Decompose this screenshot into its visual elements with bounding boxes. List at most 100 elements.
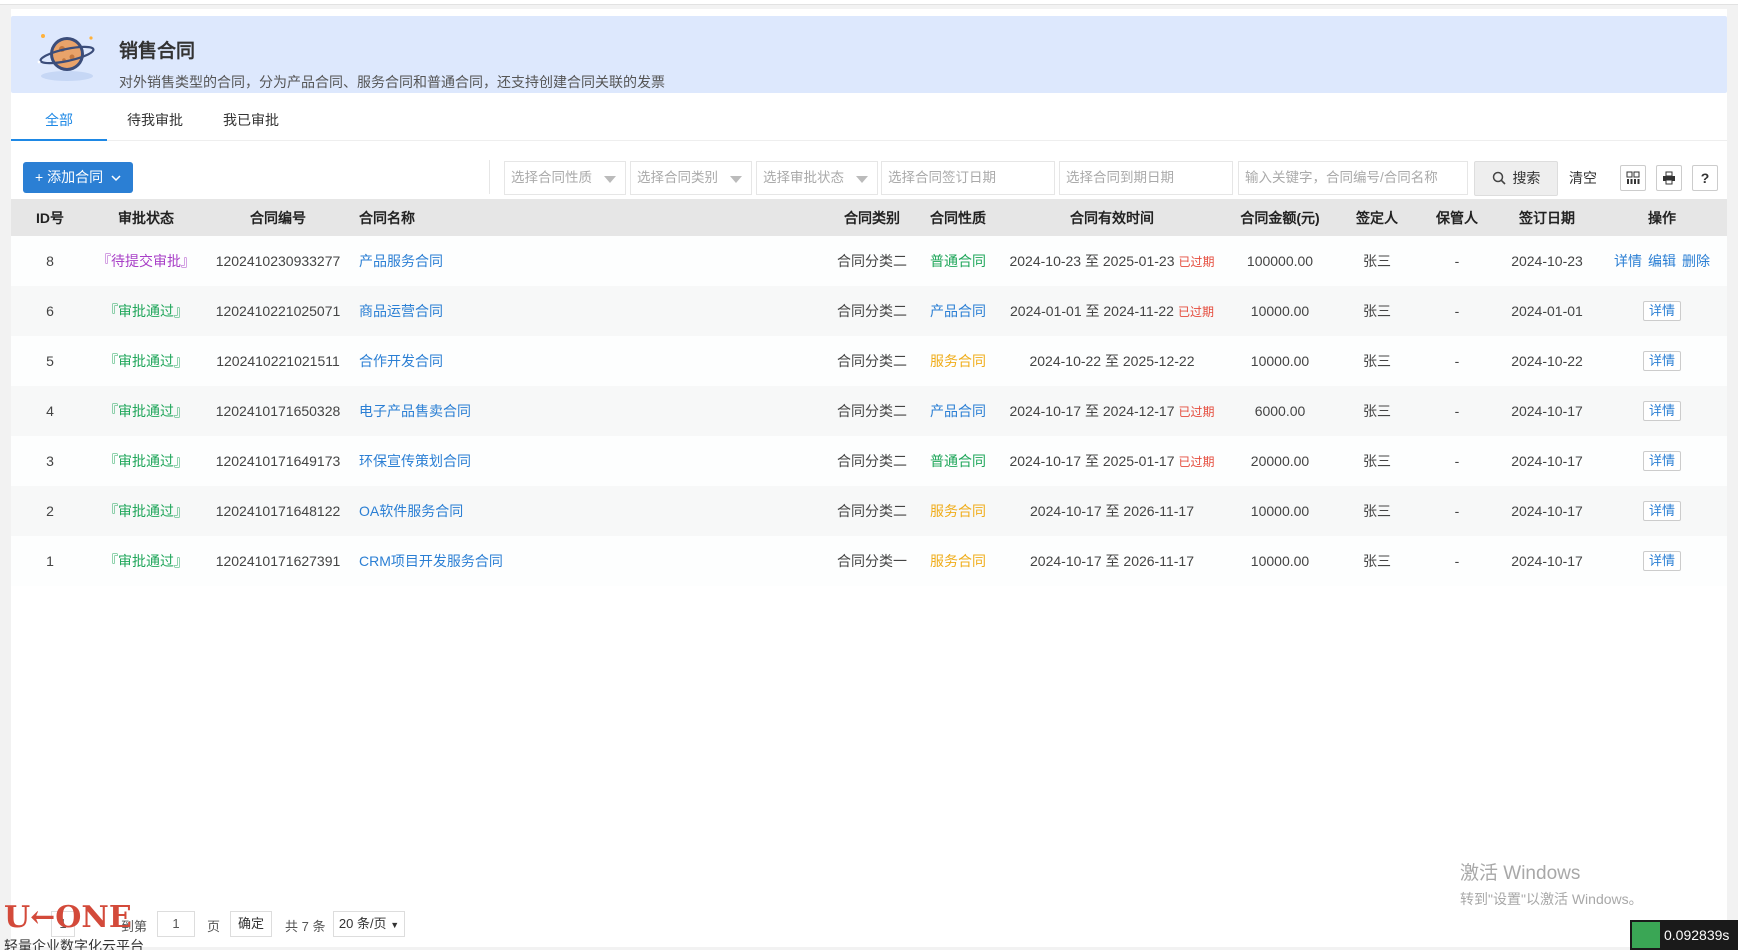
cell-category: 合同分类二 [837,303,907,319]
cell-keeper: - [1454,303,1460,319]
help-button[interactable]: ? [1692,165,1718,191]
contract-nature-select[interactable]: 选择合同性质 [504,161,626,195]
brand-logo-text: U←ONE [4,900,132,935]
contract-category-select[interactable]: 选择合同类别 [630,161,752,195]
expired-badge: 已过期 [1178,455,1215,469]
contract-nature-placeholder: 选择合同性质 [511,170,592,185]
row-detail-button[interactable]: 详情 [1642,551,1681,571]
cell-valid-period: 2024-10-22 至 2025-12-22 [1001,336,1223,386]
row-detail-button[interactable]: 详情 [1642,301,1681,321]
cell-contract-name-link[interactable]: CRM项目开发服务合同 [359,553,503,569]
clear-button[interactable]: 清空 [1569,161,1597,196]
page-size-value: 20 条/页 [338,916,387,931]
header-id: ID号 [36,209,64,226]
planet-illustration-icon [37,34,95,81]
row-actions: 详情 编辑 删除 [1611,253,1713,269]
cell-contract-name-link[interactable]: 产品服务合同 [359,253,443,269]
row-action-edit[interactable]: 编辑 [1648,253,1676,269]
cell-contract-name-link[interactable]: OA软件服务合同 [359,503,463,519]
print-button[interactable] [1656,165,1682,191]
period-text: 2024-10-17 至 2025-01-17 [1009,453,1175,469]
cell-operations: 详情 [1597,436,1727,486]
row-detail-button[interactable]: 详情 [1642,401,1681,421]
cell-operations: 详情 [1597,536,1727,586]
watermark-line2: 转到"设置"以激活 Windows。 [1460,891,1643,907]
row-detail-button[interactable]: 详情 [1642,351,1681,371]
cell-approval-status: 『审批通过』 [104,353,188,369]
table-header-row: ID号 审批状态 合同编号 合同名称 合同类别 合同性质 合同有效时间 合同金额… [11,199,1727,236]
tab-approved-by-me[interactable]: 我已审批 [203,100,299,141]
dropdown-arrow-icon: ▼ [390,920,400,930]
table-row: 2 『审批通过』 1202410171648122 OA软件服务合同 合同分类二 服务合同… [11,486,1727,536]
header-contract-name: 合同名称 [359,209,415,226]
expire-date-placeholder: 选择合同到期日期 [1066,170,1174,185]
cell-sign-date: 2024-01-01 [1511,303,1583,319]
expired-badge: 已过期 [1178,255,1215,269]
cell-amount: 20000.00 [1250,453,1310,469]
page-size-select[interactable]: 20 条/页 ▼ [333,911,405,937]
cell-approval-status: 『审批通过』 [104,303,188,319]
cell-category: 合同分类二 [837,353,907,369]
cell-signer: 张三 [1363,503,1391,519]
cell-sign-date: 2024-10-22 [1511,353,1583,369]
header-approval-status: 审批状态 [118,209,174,226]
cell-keeper: - [1454,453,1460,469]
row-action-detail[interactable]: 详情 [1614,253,1642,269]
cell-contract-code: 1202410171650328 [215,403,341,419]
dropdown-arrow-icon [604,176,616,183]
goto-page-input[interactable]: 1 [157,911,195,937]
add-contract-button[interactable]: + 添加合同 [23,162,133,193]
cell-operations: 详情 [1597,286,1727,336]
goto-confirm-button[interactable]: 确定 [230,911,272,937]
top-strip [0,0,1738,5]
table-row: 4 『审批通过』 1202410171650328 电子产品售卖合同 合同分类二 产品合同… [11,386,1727,436]
printer-icon [1663,171,1675,185]
cell-contract-name-link[interactable]: 环保宣传策划合同 [359,453,471,469]
header-amount: 合同金额(元) [1240,209,1320,226]
column-settings-button[interactable] [1620,165,1646,191]
cell-operations: 详情 [1597,386,1727,436]
cell-contract-name-link[interactable]: 商品运营合同 [359,303,443,319]
search-button[interactable]: 搜索 [1474,161,1558,196]
add-contract-label: + 添加合同 [35,169,104,185]
expire-date-picker[interactable]: 选择合同到期日期 [1059,161,1233,195]
cell-amount: 10000.00 [1250,303,1310,319]
sign-date-picker[interactable]: 选择合同签订日期 [881,161,1055,195]
cell-sign-date: 2024-10-23 [1511,253,1583,269]
period-text: 2024-10-17 至 2026-11-17 [1030,503,1194,519]
page-unit-label: 页 [207,919,221,934]
cell-valid-period: 2024-10-23 至 2025-01-23 已过期 [1001,236,1223,286]
cell-valid-period: 2024-10-17 至 2026-11-17 [1001,486,1223,536]
cell-contract-name-link[interactable]: 合作开发合同 [359,353,443,369]
header-contract-category: 合同类别 [844,209,900,226]
cell-approval-status: 『审批通过』 [104,553,188,569]
tab-all[interactable]: 全部 [11,100,107,141]
expired-badge: 已过期 [1178,405,1215,419]
cell-signer: 张三 [1363,303,1391,319]
cell-category: 合同分类二 [837,403,907,419]
cell-contract-code: 1202410221025071 [215,303,341,319]
cell-approval-status: 『审批通过』 [104,503,188,519]
search-label: 搜索 [1512,170,1541,186]
cell-contract-name-link[interactable]: 电子产品售卖合同 [359,403,471,419]
header-contract-nature: 合同性质 [930,209,986,226]
cell-id: 8 [46,253,54,269]
cell-approval-status: 『待提交审批』 [97,253,195,269]
sign-date-placeholder: 选择合同签订日期 [888,170,996,185]
cell-nature: 普通合同 [930,253,986,269]
keyword-search-input[interactable]: 输入关键字，合同编号/合同名称 [1238,161,1468,195]
period-text: 2024-10-22 至 2025-12-22 [1029,353,1195,369]
approval-status-select[interactable]: 选择审批状态 [756,161,878,195]
tab-pending-my-approval[interactable]: 待我审批 [107,100,203,141]
cell-contract-code: 1202410230933277 [215,253,341,269]
cell-keeper: - [1454,353,1460,369]
cell-nature: 服务合同 [930,353,986,369]
row-action-delete[interactable]: 删除 [1682,253,1710,269]
cell-operations: 详情 [1597,336,1727,386]
cell-nature: 普通合同 [930,453,986,469]
row-detail-button[interactable]: 详情 [1642,451,1681,471]
row-detail-button[interactable]: 详情 [1642,501,1681,521]
load-timer-value: 0.092839s [1664,927,1730,943]
cell-sign-date: 2024-10-17 [1511,403,1583,419]
header-valid-period: 合同有效时间 [1070,209,1154,226]
